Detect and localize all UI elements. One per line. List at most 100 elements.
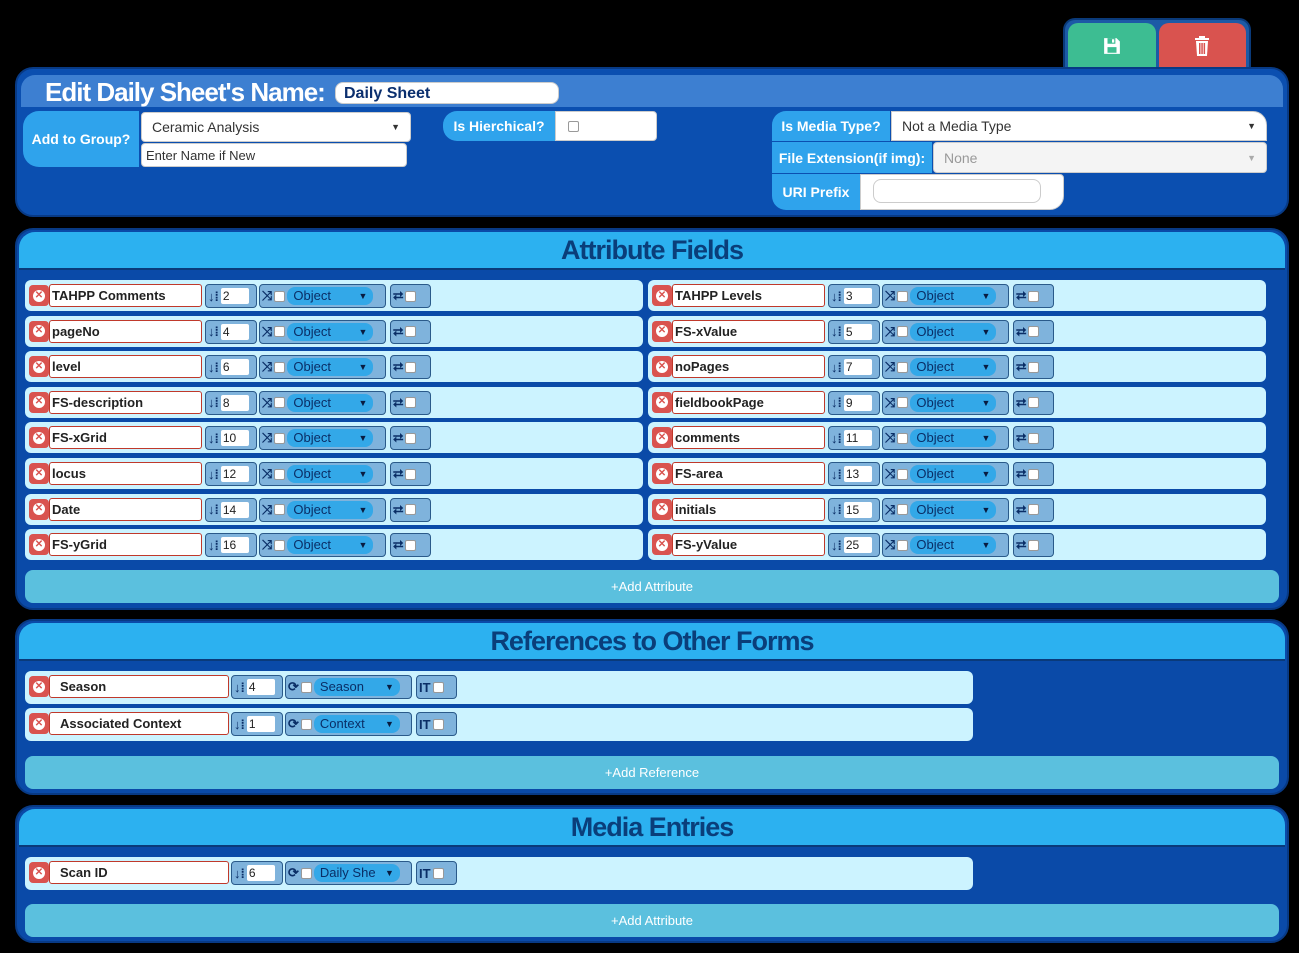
order-input[interactable]: 15 <box>843 501 872 518</box>
order-input[interactable]: 6 <box>246 865 275 881</box>
repeat-checkbox[interactable] <box>405 290 417 302</box>
repeat-checkbox[interactable] <box>405 397 417 409</box>
order-input[interactable]: 25 <box>843 537 872 554</box>
attribute-name-input[interactable]: TAHPP Comments <box>49 284 202 307</box>
repeat-checkbox[interactable] <box>1028 290 1040 302</box>
attribute-name-input[interactable]: comments <box>672 426 825 450</box>
repeat-checkbox[interactable] <box>405 504 417 516</box>
type-select[interactable]: Object ▼ <box>910 500 997 519</box>
order-input[interactable]: 4 <box>246 679 275 695</box>
attribute-name-input[interactable]: FS-xGrid <box>49 426 202 450</box>
repeat-checkbox[interactable] <box>1028 432 1040 444</box>
remove-attribute-button[interactable]: ✕ <box>29 463 49 484</box>
text-checkbox[interactable] <box>432 718 444 730</box>
order-input[interactable]: 7 <box>843 359 872 376</box>
random-checkbox[interactable] <box>897 539 909 551</box>
repeat-checkbox[interactable] <box>1028 468 1040 480</box>
random-checkbox[interactable] <box>897 326 909 338</box>
attribute-name-input[interactable]: locus <box>49 462 202 485</box>
type-select[interactable]: Object ▼ <box>287 358 374 377</box>
remove-attribute-button[interactable]: ✕ <box>652 356 672 378</box>
type-select[interactable]: Object ▼ <box>287 322 374 341</box>
hierarchical-checkbox[interactable] <box>568 121 579 132</box>
attribute-name-input[interactable]: TAHPP Levels <box>672 284 825 307</box>
order-input[interactable]: 13 <box>843 466 872 482</box>
reference-name-input[interactable]: Season <box>49 675 229 698</box>
remove-attribute-button[interactable]: ✕ <box>652 427 672 449</box>
remove-attribute-button[interactable]: ✕ <box>29 498 49 520</box>
group-select[interactable]: Ceramic Analysis ▼ <box>141 112 411 142</box>
attribute-name-input[interactable]: FS-xValue <box>672 319 825 343</box>
repeat-checkbox[interactable] <box>405 326 417 338</box>
attribute-name-input[interactable]: FS-yValue <box>672 533 825 557</box>
save-button[interactable] <box>1068 23 1156 68</box>
order-input[interactable]: 14 <box>220 501 249 518</box>
attribute-name-input[interactable]: FS-area <box>672 462 825 485</box>
random-checkbox[interactable] <box>274 397 286 409</box>
form-select[interactable]: Context ▼ <box>313 715 400 733</box>
add-reference-button[interactable]: +Add Reference <box>25 756 1279 789</box>
attribute-name-input[interactable]: noPages <box>672 355 825 379</box>
attribute-name-input[interactable]: Date <box>49 497 202 521</box>
remove-attribute-button[interactable]: ✕ <box>652 285 672 306</box>
order-input[interactable]: 11 <box>843 430 872 447</box>
attribute-name-input[interactable]: FS-yGrid <box>49 533 202 557</box>
delete-button[interactable] <box>1158 23 1246 68</box>
form-select[interactable]: Season ▼ <box>313 678 400 696</box>
repeat-checkbox[interactable] <box>1028 504 1040 516</box>
order-input[interactable]: 16 <box>220 537 249 554</box>
sync-checkbox[interactable] <box>300 718 312 730</box>
type-select[interactable]: Object ▼ <box>910 429 997 448</box>
order-input[interactable]: 8 <box>220 394 249 411</box>
repeat-checkbox[interactable] <box>405 361 417 373</box>
remove-attribute-button[interactable]: ✕ <box>29 285 49 306</box>
attribute-name-input[interactable]: pageNo <box>49 319 202 343</box>
attribute-name-input[interactable]: FS-description <box>49 390 202 414</box>
type-select[interactable]: Object ▼ <box>910 536 997 555</box>
text-checkbox[interactable] <box>432 681 444 693</box>
repeat-checkbox[interactable] <box>1028 361 1040 373</box>
type-select[interactable]: Object ▼ <box>287 536 374 555</box>
type-select[interactable]: Object ▼ <box>287 429 374 448</box>
attribute-name-input[interactable]: fieldbookPage <box>672 390 825 414</box>
random-checkbox[interactable] <box>274 361 286 373</box>
attribute-name-input[interactable]: level <box>49 355 202 379</box>
add-attribute-button[interactable]: +Add Attribute <box>25 570 1279 603</box>
form-select[interactable]: Daily She ▼ <box>313 864 400 882</box>
order-input[interactable]: 12 <box>220 466 249 482</box>
add-media-attribute-button[interactable]: +Add Attribute <box>25 904 1279 937</box>
reference-name-input[interactable]: Associated Context <box>49 712 229 735</box>
type-select[interactable]: Object ▼ <box>287 500 374 519</box>
order-input[interactable]: 9 <box>843 394 872 411</box>
sync-checkbox[interactable] <box>300 867 312 879</box>
random-checkbox[interactable] <box>274 432 286 444</box>
remove-attribute-button[interactable]: ✕ <box>652 320 672 342</box>
order-input[interactable]: 3 <box>843 288 872 304</box>
remove-reference-button[interactable]: ✕ <box>29 862 49 883</box>
type-select[interactable]: Object ▼ <box>910 465 997 483</box>
repeat-checkbox[interactable] <box>405 468 417 480</box>
form-name-input[interactable]: Daily Sheet <box>335 82 559 104</box>
order-input[interactable]: 5 <box>843 323 872 340</box>
new-group-input[interactable]: Enter Name if New <box>141 143 407 167</box>
sync-checkbox[interactable] <box>300 681 312 693</box>
type-select[interactable]: Object ▼ <box>910 322 997 341</box>
order-input[interactable]: 6 <box>220 359 249 376</box>
attribute-name-input[interactable]: initials <box>672 497 825 521</box>
random-checkbox[interactable] <box>274 468 286 480</box>
repeat-checkbox[interactable] <box>405 432 417 444</box>
random-checkbox[interactable] <box>274 326 286 338</box>
random-checkbox[interactable] <box>274 504 286 516</box>
remove-attribute-button[interactable]: ✕ <box>652 534 672 556</box>
random-checkbox[interactable] <box>897 397 909 409</box>
type-select[interactable]: Object ▼ <box>910 358 997 377</box>
remove-attribute-button[interactable]: ✕ <box>29 320 49 342</box>
remove-attribute-button[interactable]: ✕ <box>652 463 672 484</box>
remove-attribute-button[interactable]: ✕ <box>652 391 672 413</box>
repeat-checkbox[interactable] <box>1028 397 1040 409</box>
random-checkbox[interactable] <box>897 290 909 302</box>
type-select[interactable]: Object ▼ <box>910 287 997 305</box>
remove-reference-button[interactable]: ✕ <box>29 676 49 697</box>
random-checkbox[interactable] <box>897 504 909 516</box>
random-checkbox[interactable] <box>897 432 909 444</box>
